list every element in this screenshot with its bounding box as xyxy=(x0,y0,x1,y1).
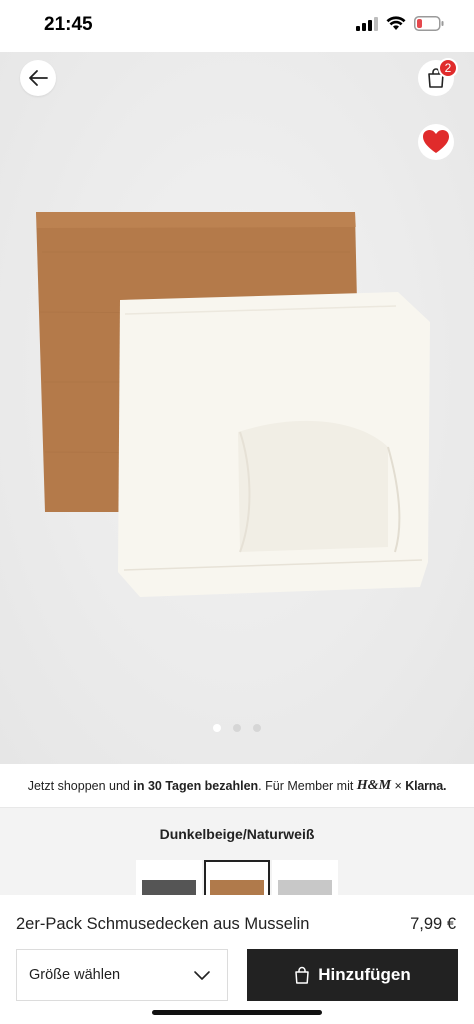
product-name: 2er-Pack Schmusedecken aus Musselin xyxy=(16,915,310,933)
klarna-promo-banner[interactable]: Jetzt shoppen und in 30 Tagen bezahlen .… xyxy=(0,764,474,808)
chevron-down-icon xyxy=(194,971,210,980)
pagination-dot[interactable] xyxy=(233,724,241,732)
shopping-bag-icon xyxy=(295,966,309,984)
arrow-left-icon xyxy=(29,70,48,86)
hm-logo: H&M xyxy=(356,777,392,793)
promo-separator: × xyxy=(391,778,406,793)
status-icons xyxy=(356,16,444,31)
gallery-pagination xyxy=(0,724,474,732)
product-image xyxy=(36,212,430,597)
color-swatch[interactable] xyxy=(136,860,202,900)
size-select[interactable]: Größe wählen xyxy=(16,949,228,1001)
klarna-logo: Klarna. xyxy=(405,778,447,793)
product-price: 7,99 € xyxy=(410,915,456,933)
promo-suffix: . Für Member mit xyxy=(258,778,357,793)
product-image-gallery[interactable]: 2 xyxy=(0,52,474,764)
color-swatch-selected[interactable] xyxy=(204,860,270,900)
status-bar: 21:45 xyxy=(0,0,474,52)
heart-icon xyxy=(423,130,449,153)
battery-icon xyxy=(414,16,444,31)
purchase-panel: 2er-Pack Schmusedecken aus Musselin 7,99… xyxy=(0,895,474,1024)
status-time: 21:45 xyxy=(44,14,93,35)
color-swatch[interactable] xyxy=(272,860,338,900)
add-to-cart-button[interactable]: Hinzufügen xyxy=(247,949,458,1001)
promo-prefix: Jetzt shoppen und xyxy=(27,778,134,793)
home-indicator xyxy=(152,1010,322,1015)
pagination-dot-active[interactable] xyxy=(213,724,221,732)
cart-count-badge: 2 xyxy=(438,58,458,78)
size-select-label: Größe wählen xyxy=(29,967,121,983)
color-swatch-list xyxy=(136,860,338,900)
promo-highlight: in 30 Tagen bezahlen xyxy=(133,778,259,793)
shopping-bag-button[interactable]: 2 xyxy=(418,58,458,96)
pagination-dot[interactable] xyxy=(253,724,261,732)
selected-color-name: Dunkelbeige/Naturweiß xyxy=(159,826,315,842)
favorite-button[interactable] xyxy=(418,124,454,160)
back-button[interactable] xyxy=(20,60,56,96)
cellular-signal-icon xyxy=(356,16,378,31)
add-to-cart-label: Hinzufügen xyxy=(318,965,411,984)
wifi-icon xyxy=(386,16,406,30)
